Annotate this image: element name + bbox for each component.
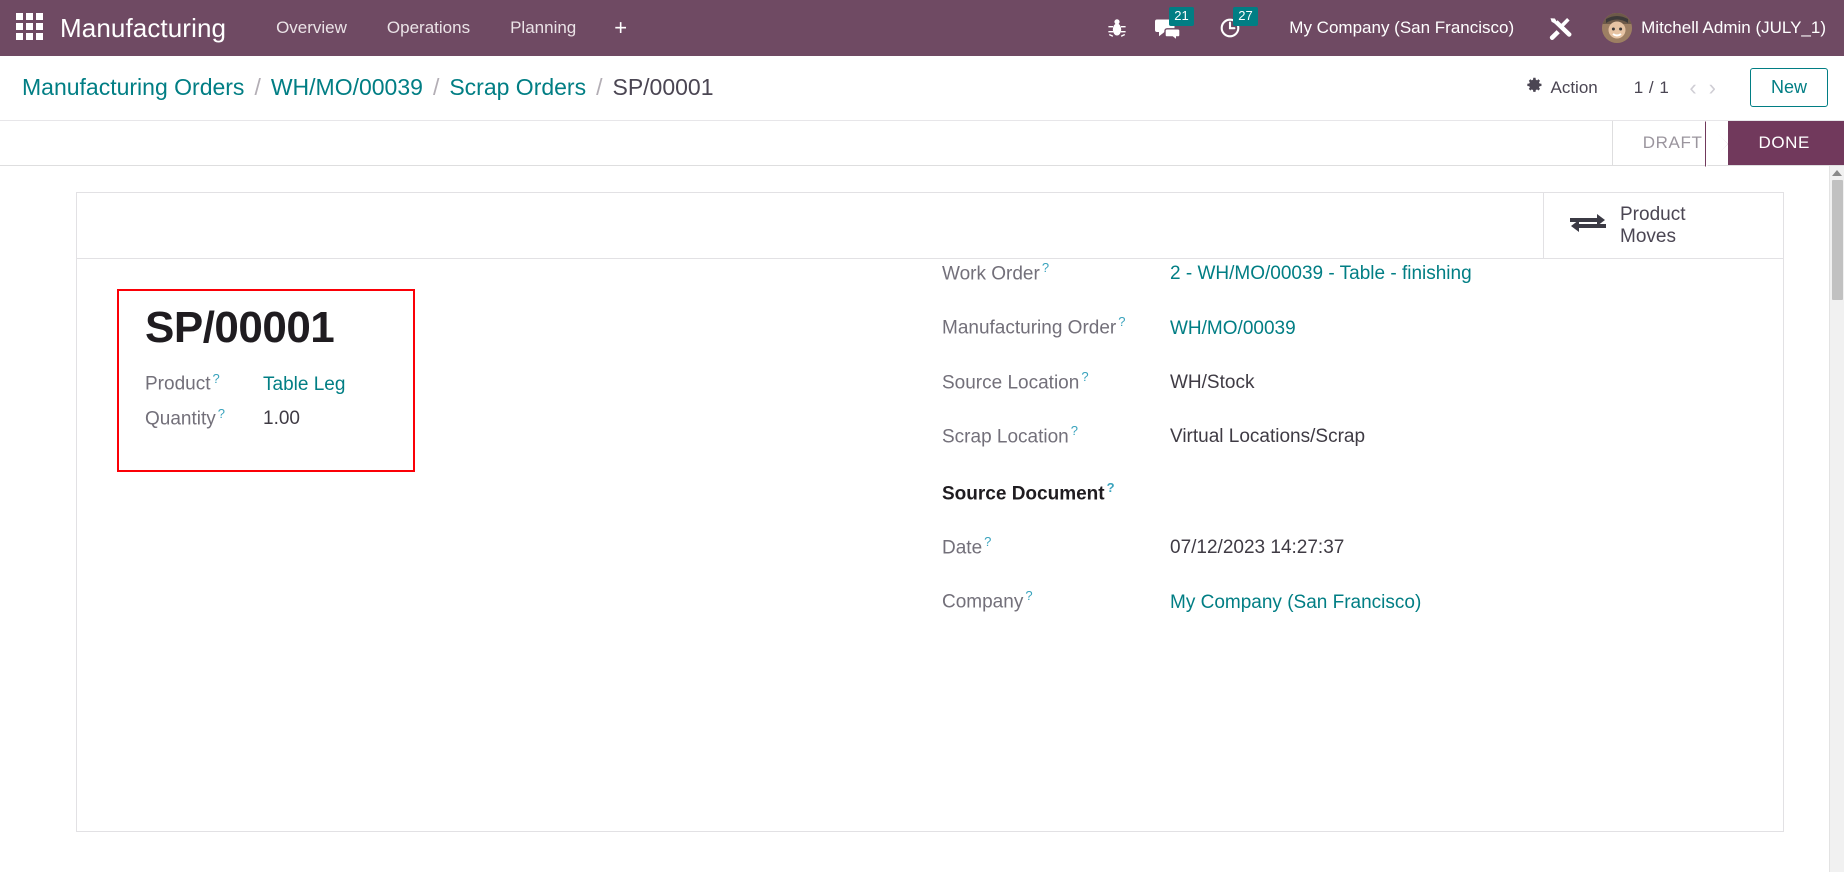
breadcrumb-item-wh-mo-00039[interactable]: WH/MO/00039 <box>271 74 423 101</box>
field-scrap-location-label: Scrap Location? <box>942 422 1078 448</box>
breadcrumb-separator: / <box>596 74 603 100</box>
field-company: Company? My Company (San Francisco) <box>942 588 1743 613</box>
breadcrumb-item-current: SP/00001 <box>612 74 714 100</box>
exchange-arrows-icon <box>1568 208 1608 243</box>
smart-button-label-line1: Product <box>1620 203 1686 225</box>
odoo-manufacturing-scrap-order-page: Manufacturing Overview Operations Planni… <box>0 0 1844 872</box>
field-scrap-location-value[interactable]: Virtual Locations/Scrap <box>1170 426 1365 448</box>
add-menu-plus-icon[interactable]: + <box>602 15 639 41</box>
form-columns: Work Order? 2 - WH/MO/00039 - Table - fi… <box>117 256 1743 643</box>
field-work-order-label: Work Order? <box>942 259 1050 285</box>
pager: 1 / 1 ‹ › <box>1633 76 1722 99</box>
smart-button-label: Product Moves <box>1620 204 1685 248</box>
form-view-background: Product Moves SP/00001 Product? Table Le… <box>0 166 1844 872</box>
help-tooltip-icon[interactable]: ? <box>1118 314 1125 329</box>
field-manufacturing-order: Manufacturing Order? WH/MO/00039 <box>942 314 1743 339</box>
field-source-document-label: Source Document? <box>942 479 1115 505</box>
field-manufacturing-order-label: Manufacturing Order? <box>942 314 1126 339</box>
field-source-location-label: Source Location? <box>942 368 1089 393</box>
help-tooltip-icon[interactable]: ? <box>1081 369 1088 384</box>
smart-button-label-line2: Moves <box>1620 225 1676 247</box>
apps-grid-icon[interactable] <box>16 13 46 43</box>
help-tooltip-icon[interactable]: ? <box>1071 423 1078 438</box>
smart-button-box: Product Moves <box>77 193 1783 259</box>
menu-item-operations[interactable]: Operations <box>373 12 484 44</box>
form-column-left <box>117 256 930 643</box>
field-work-order-value[interactable]: 2 - WH/MO/00039 - Table - finishing <box>1170 263 1472 285</box>
smart-button-product-moves[interactable]: Product Moves <box>1543 193 1783 258</box>
field-date: Date? 07/12/2023 14:27:37 <box>942 534 1743 559</box>
vertical-scrollbar[interactable] <box>1829 166 1844 872</box>
breadcrumb: Manufacturing Orders / WH/MO/00039 / Scr… <box>22 74 714 101</box>
help-tooltip-icon[interactable]: ? <box>984 534 991 549</box>
messages-icon[interactable]: 21 <box>1155 7 1194 40</box>
form-sheet: Product Moves SP/00001 Product? Table Le… <box>76 192 1784 832</box>
help-tooltip-icon[interactable]: ? <box>1042 260 1049 275</box>
activities-badge: 27 <box>1233 7 1258 26</box>
statusbar-row: DRAFT DONE <box>0 120 1844 167</box>
tools-icon[interactable] <box>1546 14 1574 42</box>
company-switcher[interactable]: My Company (San Francisco) <box>1289 18 1514 38</box>
new-button[interactable]: New <box>1749 68 1828 107</box>
action-label: Action <box>1550 77 1598 97</box>
breadcrumb-item-manufacturing-orders[interactable]: Manufacturing Orders <box>22 74 244 101</box>
field-source-location: Source Location? WH/Stock <box>942 369 1743 394</box>
status-step-done[interactable]: DONE <box>1705 121 1844 167</box>
field-source-document: Source Document? <box>942 477 1743 505</box>
form-body: SP/00001 Product? Table Leg Quantity? 1.… <box>77 259 1783 643</box>
field-company-label: Company? <box>942 588 1033 613</box>
avatar[interactable] <box>1602 13 1633 43</box>
user-menu[interactable]: Mitchell Admin (JULY_1) <box>1641 18 1830 38</box>
field-date-label: Date? <box>942 534 992 559</box>
messages-badge: 21 <box>1169 7 1194 26</box>
activities-clock-icon[interactable]: 27 <box>1219 7 1258 40</box>
action-button[interactable]: Action <box>1519 72 1603 103</box>
chevron-right-icon[interactable]: › <box>1703 76 1722 99</box>
form-column-right: Work Order? 2 - WH/MO/00039 - Table - fi… <box>930 256 1743 643</box>
bug-icon[interactable] <box>1107 17 1127 39</box>
statusbar: DRAFT DONE <box>1611 121 1844 167</box>
app-brand-manufacturing[interactable]: Manufacturing <box>60 13 226 44</box>
chevron-left-icon[interactable]: ‹ <box>1683 76 1702 99</box>
breadcrumb-separator: / <box>432 74 440 100</box>
field-date-value[interactable]: 07/12/2023 14:27:37 <box>1170 537 1344 559</box>
help-tooltip-icon[interactable]: ? <box>1107 480 1115 495</box>
field-scrap-location: Scrap Location? Virtual Locations/Scrap <box>942 423 1743 448</box>
breadcrumb-item-scrap-orders[interactable]: Scrap Orders <box>449 74 586 101</box>
menu-item-planning[interactable]: Planning <box>496 12 590 44</box>
control-panel: Manufacturing Orders / WH/MO/00039 / Scr… <box>0 56 1844 120</box>
field-company-value[interactable]: My Company (San Francisco) <box>1170 592 1421 614</box>
top-navbar: Manufacturing Overview Operations Planni… <box>0 0 1844 56</box>
field-work-order: Work Order? 2 - WH/MO/00039 - Table - fi… <box>942 260 1743 285</box>
scrollbar-thumb[interactable] <box>1831 180 1843 300</box>
field-source-location-value[interactable]: WH/Stock <box>1170 372 1254 394</box>
breadcrumb-separator: / <box>254 74 261 100</box>
menu-item-overview[interactable]: Overview <box>262 12 361 44</box>
field-manufacturing-order-value[interactable]: WH/MO/00039 <box>1170 318 1296 340</box>
gear-icon <box>1525 76 1543 99</box>
help-tooltip-icon[interactable]: ? <box>1025 588 1032 603</box>
pager-value: 1 / 1 <box>1633 77 1670 97</box>
control-panel-right: Action 1 / 1 ‹ › New <box>1519 68 1828 107</box>
scroll-up-arrow-icon[interactable] <box>1832 170 1842 176</box>
